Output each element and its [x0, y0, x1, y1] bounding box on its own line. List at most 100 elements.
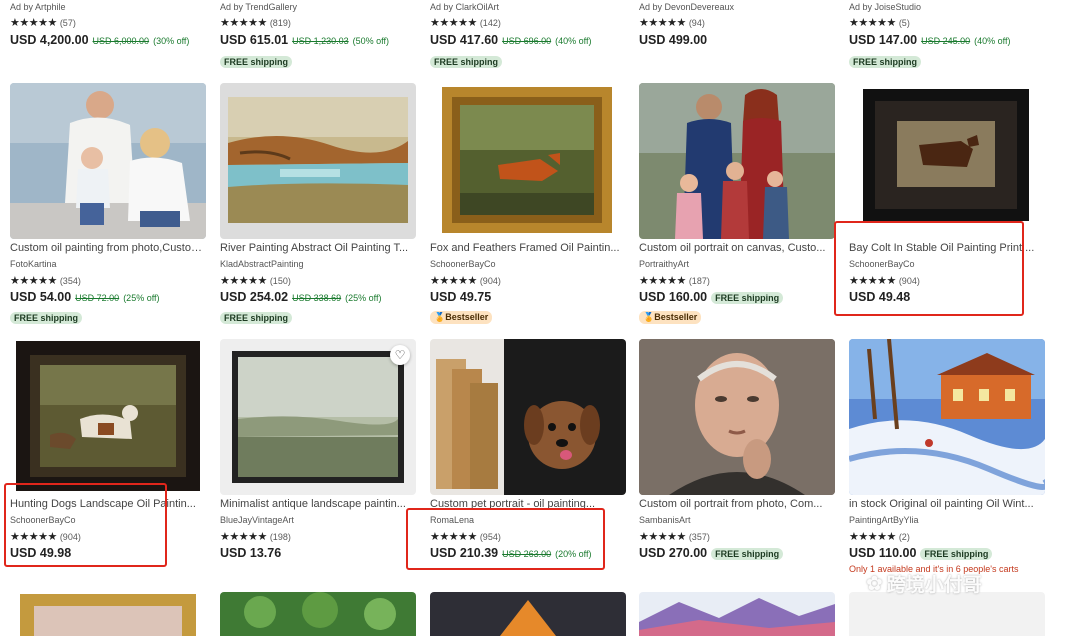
- listing-title[interactable]: Minimalist antique landscape paintin...: [220, 498, 416, 510]
- price: USD 499.00: [639, 33, 708, 47]
- listing-image[interactable]: [10, 339, 206, 495]
- rating: ★★★★★ (94): [639, 16, 835, 29]
- bestseller-badge: 🏅Bestseller: [639, 311, 702, 324]
- price-row: USD 160.00 FREE shipping: [639, 290, 835, 304]
- free-shipping-badge: FREE shipping: [10, 312, 82, 324]
- free-shipping-badge: FREE shipping: [220, 56, 292, 68]
- discount: (25% off): [345, 293, 382, 303]
- listing-image[interactable]: [220, 592, 416, 636]
- highlight-box: [834, 221, 1024, 316]
- listing-image[interactable]: [430, 339, 626, 495]
- star-rating-icon: ★★★★★: [639, 17, 686, 29]
- rating: ★★★★★ (142): [430, 16, 626, 29]
- rating: ★★★★★ (57): [10, 16, 206, 29]
- ad-label: Ad by Artphile: [10, 2, 66, 12]
- price-row: USD 49.75: [430, 290, 626, 304]
- shop-name[interactable]: PortraithyArt: [639, 259, 835, 269]
- discount: (30% off): [153, 36, 190, 46]
- price: USD 13.76: [220, 546, 282, 560]
- review-count: (187): [688, 275, 710, 286]
- review-count: (2): [898, 531, 910, 542]
- star-rating-icon: ★★★★★: [849, 531, 896, 543]
- discount: (40% off): [974, 36, 1011, 46]
- listing-image[interactable]: [639, 592, 835, 636]
- price: USD 110.00: [849, 546, 917, 560]
- shop-name[interactable]: BlueJayVintageArt: [220, 515, 416, 525]
- rating: ★★★★★ (150): [220, 274, 416, 287]
- free-shipping-badge: FREE shipping: [711, 292, 784, 304]
- watermark: ✿ 跨境小付哥: [866, 570, 982, 597]
- star-rating-icon: ★★★★★: [639, 275, 686, 287]
- shop-name[interactable]: KladAbstractPainting: [220, 259, 416, 269]
- listing-image[interactable]: [10, 592, 206, 636]
- ad-label: Ad by JoiseStudio: [849, 2, 922, 12]
- price: USD 4,200.00: [10, 33, 89, 47]
- listing-title[interactable]: in stock Original oil painting Oil Wint.…: [849, 498, 1045, 510]
- award-icon: 🏅: [643, 312, 655, 322]
- star-rating-icon: ★★★★★: [10, 17, 57, 29]
- highlight-box: [406, 508, 605, 570]
- ad-label: Ad by DevonDevereaux: [639, 2, 735, 12]
- heart-icon: ♡: [394, 348, 406, 362]
- review-count: (904): [479, 275, 501, 286]
- rating: ★★★★★ (198): [220, 530, 416, 543]
- rating: ★★★★★ (5): [849, 16, 1045, 29]
- review-count: (357): [688, 531, 710, 542]
- rating: ★★★★★ (904): [430, 274, 626, 287]
- listing-title[interactable]: Custom oil portrait on canvas, Custo...: [639, 242, 835, 254]
- star-rating-icon: ★★★★★: [849, 17, 896, 29]
- award-icon: 🏅: [434, 312, 446, 322]
- listing-image[interactable]: [639, 339, 835, 495]
- shop-name[interactable]: SambanisArt: [639, 515, 835, 525]
- star-rating-icon: ★★★★★: [639, 531, 686, 543]
- listing-image[interactable]: [430, 592, 626, 636]
- star-rating-icon: ★★★★★: [10, 275, 57, 287]
- listing-image[interactable]: [849, 592, 1045, 636]
- listing-title[interactable]: Fox and Feathers Framed Oil Paintin...: [430, 242, 626, 254]
- bestseller-badge: 🏅Bestseller: [430, 311, 493, 324]
- price-row: USD 615.01 USD 1,230.03 (50% off): [220, 33, 416, 47]
- price-row: USD 110.00 FREE shipping: [849, 546, 1045, 560]
- original-price: USD 338.69: [292, 293, 342, 303]
- rating: ★★★★★ (2): [849, 530, 1045, 543]
- price: USD 254.02: [220, 290, 289, 304]
- original-price: USD 696.00: [502, 36, 552, 46]
- listing-image[interactable]: [849, 83, 1045, 239]
- free-shipping-badge: FREE shipping: [430, 56, 502, 68]
- wechat-icon: ✿: [866, 573, 883, 595]
- price-row: USD 54.00 USD 72.00 (25% off): [10, 290, 206, 304]
- rating: ★★★★★ (187): [639, 274, 835, 287]
- free-shipping-badge: FREE shipping: [220, 312, 292, 324]
- listing-image[interactable]: [10, 83, 206, 239]
- review-count: (819): [269, 17, 291, 28]
- highlight-box: [4, 483, 167, 567]
- listing-image[interactable]: [639, 83, 835, 239]
- shop-name[interactable]: FotoKartina: [10, 259, 206, 269]
- original-price: USD 72.00: [75, 293, 120, 303]
- price-row: USD 499.00: [639, 33, 835, 47]
- price-row: USD 254.02 USD 338.69 (25% off): [220, 290, 416, 304]
- listing-image[interactable]: [430, 83, 626, 239]
- listing-image[interactable]: [849, 339, 1045, 495]
- rating: ★★★★★ (819): [220, 16, 416, 29]
- shop-name[interactable]: SchoonerBayCo: [430, 259, 626, 269]
- listing-title[interactable]: Custom oil painting from photo,Custom...: [10, 242, 206, 254]
- listing-title[interactable]: Custom oil portrait from photo, Com...: [639, 498, 835, 510]
- rating: ★★★★★ (357): [639, 530, 835, 543]
- price: USD 54.00: [10, 290, 72, 304]
- price-row: USD 417.60 USD 696.00 (40% off): [430, 33, 626, 47]
- review-count: (5): [898, 17, 910, 28]
- star-rating-icon: ★★★★★: [220, 17, 267, 29]
- favorite-button[interactable]: ♡: [390, 345, 410, 365]
- listing-image[interactable]: [220, 83, 416, 239]
- price-row: USD 13.76: [220, 546, 416, 560]
- original-price: USD 1,230.03: [292, 36, 349, 46]
- original-price: USD 245.00: [921, 36, 971, 46]
- ad-label: Ad by ClarkOilArt: [430, 2, 500, 12]
- shop-name[interactable]: PaintingArtByYlia: [849, 515, 1045, 525]
- free-shipping-badge: FREE shipping: [711, 548, 784, 560]
- listing-image[interactable]: ♡: [220, 339, 416, 495]
- review-count: (94): [688, 17, 705, 28]
- listing-title[interactable]: River Painting Abstract Oil Painting T..…: [220, 242, 416, 254]
- review-count: (57): [59, 17, 76, 28]
